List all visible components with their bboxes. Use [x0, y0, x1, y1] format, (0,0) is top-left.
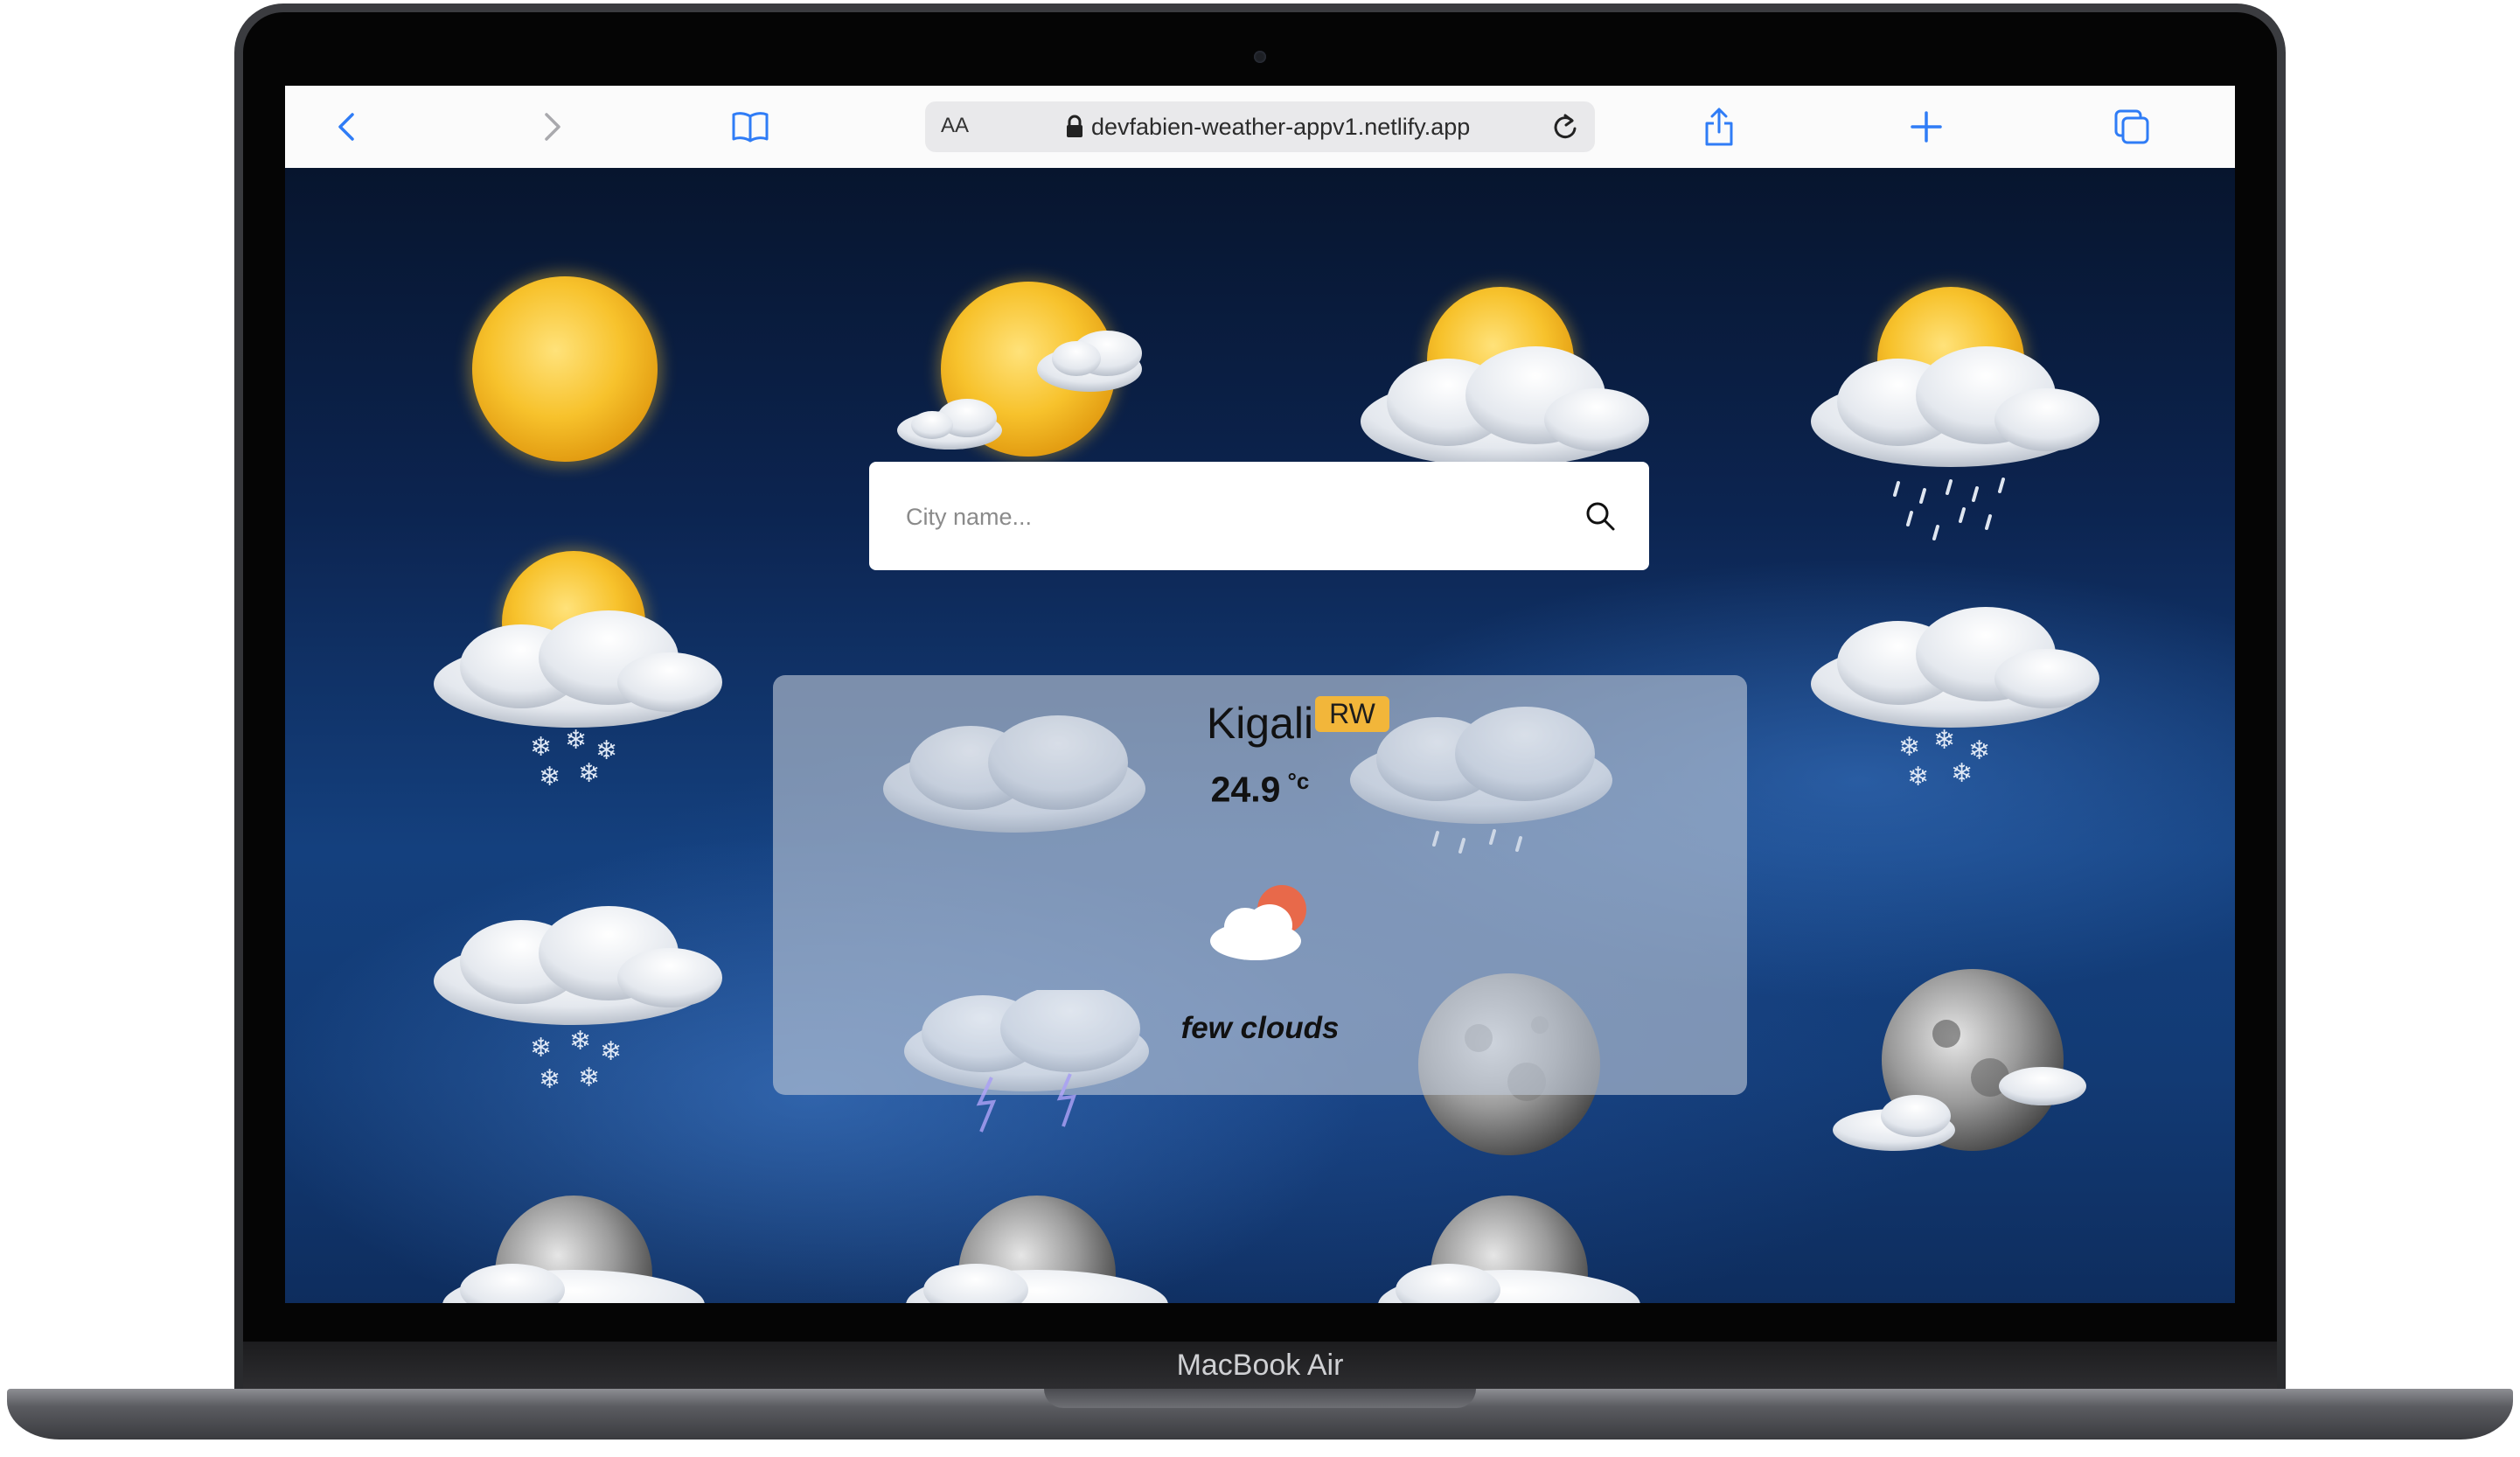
sun-cloud-icon: [897, 278, 1142, 460]
reload-icon[interactable]: [1551, 113, 1579, 145]
browser-toolbar: AA devfabien-weather-appv1.netlify.app: [285, 86, 2235, 169]
temperature-value: 24.9: [1210, 769, 1281, 810]
new-tab-icon[interactable]: [1905, 106, 1947, 148]
weather-description: few clouds: [1180, 1011, 1340, 1045]
city-name: Kigali: [1206, 699, 1314, 748]
svg-text:❄: ❄: [565, 725, 587, 756]
search-icon[interactable]: [1584, 500, 1616, 536]
device-mockup: AA devfabien-weather-appv1.netlify.app ❄…: [0, 0, 2520, 1457]
svg-text:❄: ❄: [539, 1064, 560, 1095]
sun-rain-icon: [1811, 283, 2099, 540]
back-icon[interactable]: [325, 106, 367, 148]
camera-icon: [1254, 51, 1266, 63]
svg-text:❄: ❄: [1933, 725, 1955, 756]
svg-text:❄: ❄: [1907, 762, 1929, 792]
forward-icon[interactable]: [532, 106, 574, 148]
search-input[interactable]: [904, 493, 1572, 540]
device-label: MacBook Air: [1176, 1348, 1344, 1382]
url-text[interactable]: devfabien-weather-appv1.netlify.app: [1091, 114, 1470, 141]
search-bar[interactable]: [869, 462, 1649, 570]
moon-cloud-icon-4: [1378, 1196, 1640, 1303]
weather-page: ❄ ❄ ❄ ❄ ❄ ❄ ❄ ❄ ❄ ❄ ❄ ❄ ❄ ❄ ❄ City name.…: [285, 168, 2235, 1303]
moon-cloud-icon-2: [442, 1196, 705, 1303]
svg-text:❄: ❄: [530, 1033, 552, 1063]
share-icon[interactable]: [1698, 106, 1740, 148]
svg-text:❄: ❄: [1898, 732, 1920, 763]
svg-text:❄: ❄: [578, 758, 600, 789]
sun-snow-icon: ❄ ❄ ❄❄ ❄: [434, 547, 722, 792]
sun-icon: [467, 271, 663, 467]
bookmarks-icon[interactable]: [729, 106, 771, 148]
laptop-notch: [1044, 1389, 1476, 1408]
temperature: 24.9 °c: [773, 768, 1747, 811]
temperature-unit: °c: [1287, 768, 1310, 794]
svg-text:❄: ❄: [1951, 758, 1973, 789]
moon-cloud-icon-3: [906, 1196, 1168, 1303]
svg-text:❄: ❄: [530, 732, 552, 763]
weather-card: Kigali RW 24.9 °c few clouds: [773, 675, 1747, 1133]
svg-text:❄: ❄: [578, 1063, 600, 1093]
browser-screen: AA devfabien-weather-appv1.netlify.app ❄…: [285, 86, 2235, 1303]
country-badge: RW: [1315, 696, 1389, 732]
lock-icon: [1065, 115, 1084, 143]
few-clouds-icon: [1210, 885, 1306, 960]
svg-text:❄: ❄: [600, 1036, 622, 1067]
moon-cloud-icon: [1833, 969, 2086, 1151]
reader-mode-button[interactable]: AA: [941, 114, 969, 138]
snow-icon: ❄ ❄ ❄❄ ❄: [1811, 607, 2099, 792]
partly-cloudy-icon: [1361, 283, 1649, 467]
address-bar[interactable]: AA devfabien-weather-appv1.netlify.app: [925, 101, 1595, 152]
svg-text:❄: ❄: [539, 762, 560, 792]
tabs-icon[interactable]: [2111, 106, 2153, 148]
city-heading: Kigali RW: [773, 696, 1747, 749]
svg-text:❄: ❄: [569, 1026, 591, 1056]
laptop-chin: MacBook Air: [243, 1342, 2277, 1389]
cloud-snow-icon: ❄ ❄ ❄❄ ❄: [434, 906, 722, 1095]
